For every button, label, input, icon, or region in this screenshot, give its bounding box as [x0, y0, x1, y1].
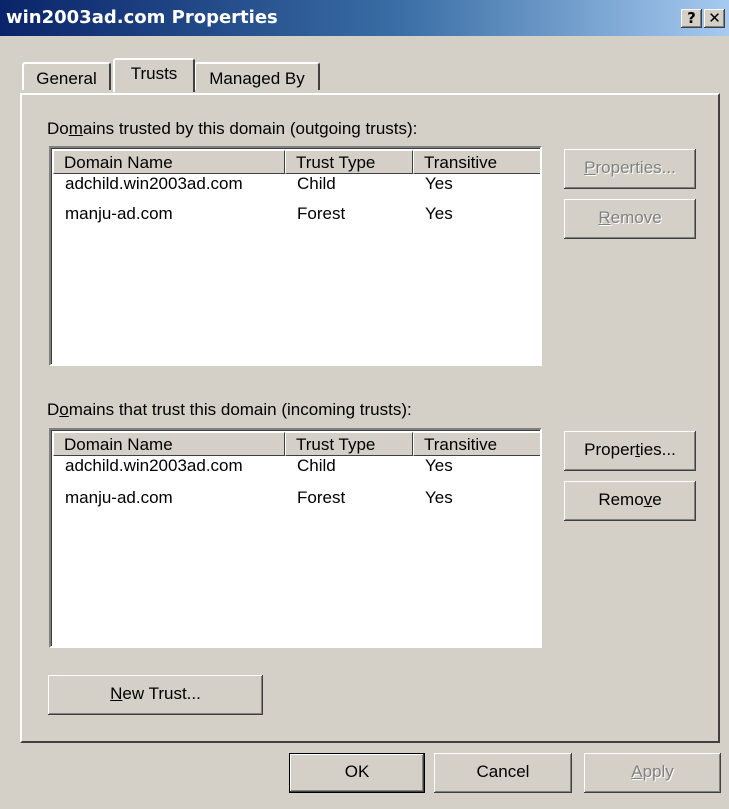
trust-type-cell: Forest — [297, 204, 346, 223]
ok-button[interactable]: OK — [289, 753, 425, 793]
incoming-trusts-list[interactable]: Domain Name Trust Type Transitive adchil… — [49, 428, 542, 648]
apply-button[interactable]: Apply — [584, 753, 721, 793]
incoming-trusts-label: Domains that trust this domain (incoming… — [47, 400, 412, 419]
incoming-remove-button[interactable]: Remove — [564, 481, 696, 521]
domain-name-cell: adchild.win2003ad.com — [65, 174, 243, 193]
outgoing-trusts-list[interactable]: Domain Name Trust Type Transitive adchil… — [49, 146, 542, 366]
trust-type-cell: Forest — [297, 488, 346, 507]
title-bar[interactable]: win2003ad.com Properties ? ✕ — [0, 0, 729, 36]
column-header-domain-name[interactable]: Domain Name — [53, 150, 285, 174]
outgoing-trusts-label: Domains trusted by this domain (outgoing… — [47, 119, 418, 138]
close-icon[interactable]: ✕ — [704, 9, 725, 28]
transitive-cell: Yes — [425, 456, 453, 475]
transitive-cell: Yes — [425, 174, 453, 193]
domain-name-cell: adchild.win2003ad.com — [65, 456, 243, 475]
new-trust-button[interactable]: New Trust... — [48, 675, 263, 715]
help-button[interactable]: ? — [681, 9, 702, 28]
tab-general[interactable]: General — [22, 62, 111, 90]
column-header-transitive[interactable]: Transitive — [413, 432, 540, 456]
column-header-trust-type[interactable]: Trust Type — [285, 432, 413, 456]
domain-name-cell: manju-ad.com — [65, 488, 173, 507]
column-header-domain-name[interactable]: Domain Name — [53, 432, 285, 456]
column-header-trust-type[interactable]: Trust Type — [285, 150, 413, 174]
transitive-cell: Yes — [425, 488, 453, 507]
column-header-transitive[interactable]: Transitive — [413, 150, 540, 174]
trust-type-cell: Child — [297, 174, 336, 193]
tab-managed-by[interactable]: Managed By — [194, 62, 320, 90]
window-title: win2003ad.com Properties — [6, 7, 278, 28]
tab-trusts[interactable]: Trusts — [113, 58, 195, 92]
transitive-cell: Yes — [425, 204, 453, 223]
outgoing-properties-button[interactable]: Properties... — [564, 149, 696, 189]
trust-type-cell: Child — [297, 456, 336, 475]
incoming-properties-button[interactable]: Properties... — [564, 431, 696, 471]
cancel-button[interactable]: Cancel — [434, 753, 572, 793]
domain-name-cell: manju-ad.com — [65, 204, 173, 223]
outgoing-remove-button[interactable]: Remove — [564, 199, 696, 239]
